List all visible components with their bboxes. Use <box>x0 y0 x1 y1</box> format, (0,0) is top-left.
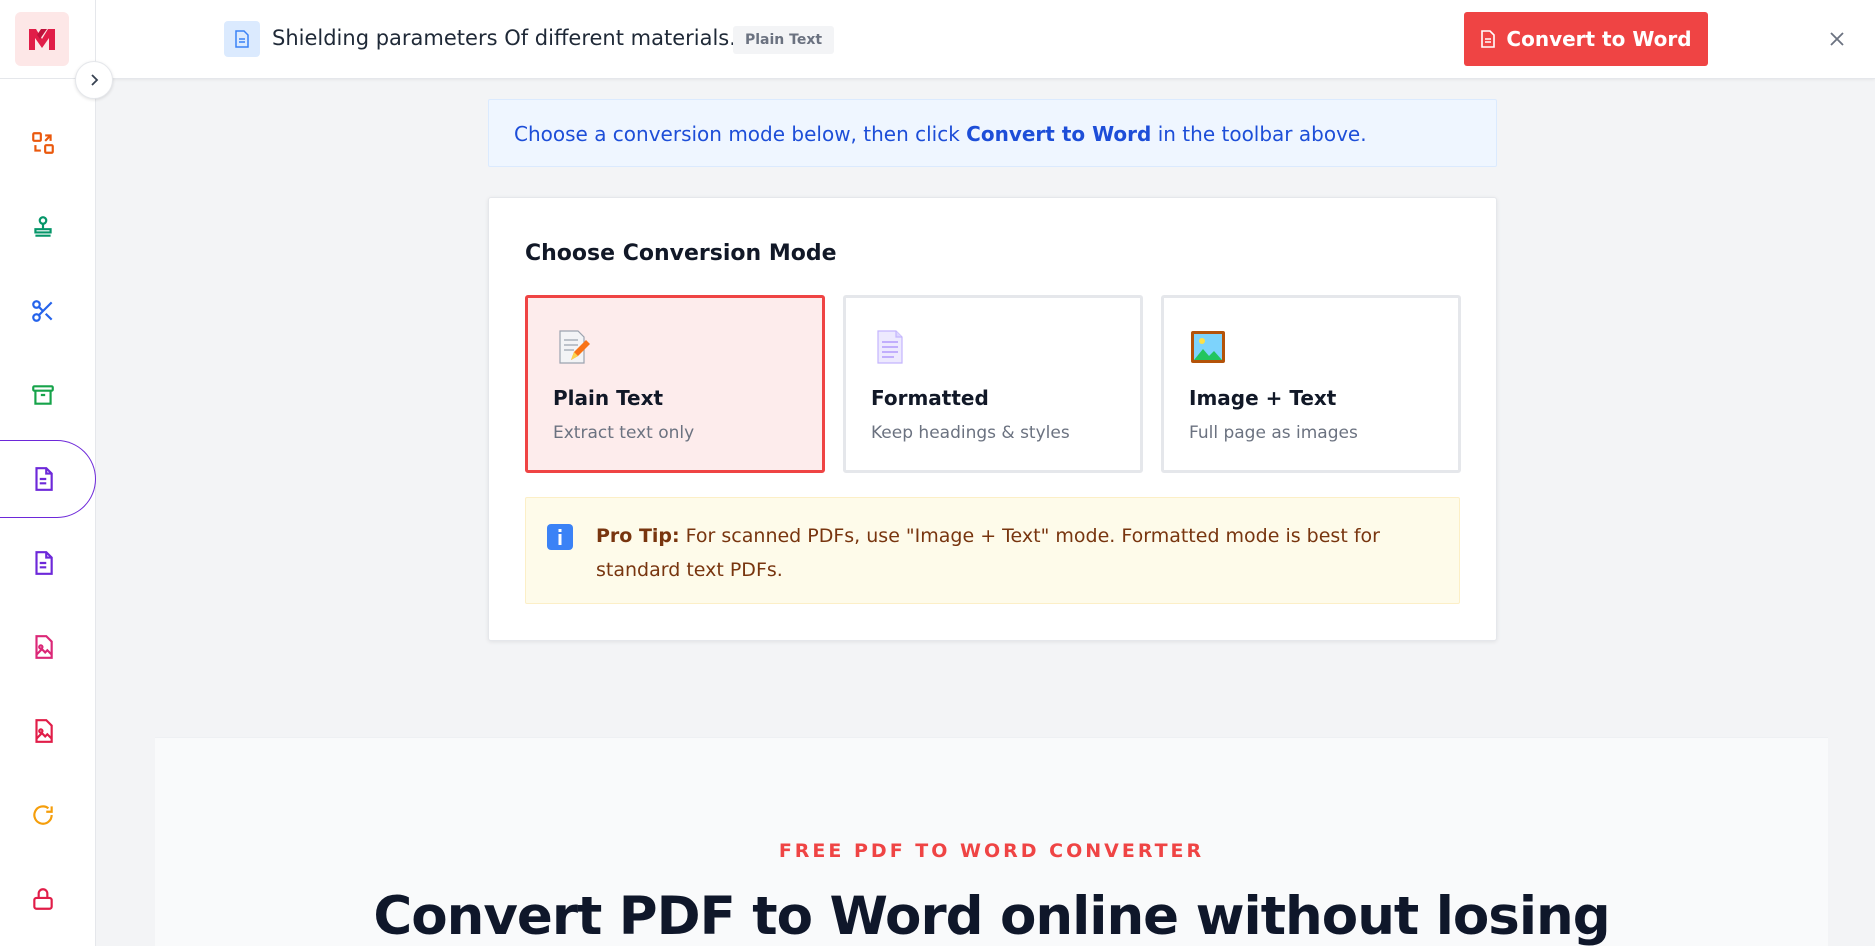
sidebar-toggle-button[interactable] <box>75 61 113 99</box>
hero-eyebrow: FREE PDF TO WORD CONVERTER <box>778 840 1205 862</box>
instruction-banner: Choose a conversion mode below, then cli… <box>488 99 1497 167</box>
banner-prefix: Choose a conversion mode below, then cli… <box>514 122 967 146</box>
document-icon <box>1481 30 1496 48</box>
top-toolbar: Shielding parameters Of different materi… <box>96 0 1875 79</box>
info-icon <box>547 524 573 550</box>
document-text-icon <box>35 551 53 575</box>
sidebar-item-protect[interactable] <box>0 860 96 938</box>
sidebar-item-convert[interactable] <box>0 104 96 182</box>
mode-title: Image + Text <box>1189 386 1337 410</box>
mode-title: Plain Text <box>553 386 664 410</box>
logo-mark-icon <box>29 29 55 50</box>
close-icon <box>1830 32 1844 46</box>
app-root: Shielding parameters Of different materi… <box>0 0 1875 946</box>
archive-icon <box>32 385 54 405</box>
sidebar-item-word-to-pdf[interactable] <box>0 524 96 602</box>
file-type-icon <box>224 21 260 57</box>
mode-option-formatted[interactable]: Formatted Keep headings & styles <box>843 295 1143 473</box>
tip-text: Pro Tip: For scanned PDFs, use "Image + … <box>596 519 1441 587</box>
file-document-icon <box>235 30 249 48</box>
document-icon <box>34 467 53 491</box>
file-image-icon <box>35 635 53 659</box>
file-name: Shielding parameters Of different materi… <box>272 26 770 50</box>
sidebar <box>0 0 96 946</box>
stamp-icon <box>34 216 52 237</box>
mode-description: Extract text only <box>553 423 695 443</box>
rotate-icon <box>33 805 53 825</box>
chevron-right-icon <box>91 74 99 86</box>
sidebar-item-pdf-to-image[interactable] <box>0 608 96 686</box>
mode-badge: Plain Text <box>733 26 835 54</box>
sidebar-item-stamp[interactable] <box>0 188 96 266</box>
mode-option-image-text[interactable]: Image + Text Full page as images <box>1161 295 1461 473</box>
sidebar-item-compress[interactable] <box>0 356 96 434</box>
mode-option-plain-text[interactable]: Plain Text Extract text only <box>525 295 825 473</box>
pro-tip-box: Pro Tip: For scanned PDFs, use "Image + … <box>525 497 1460 604</box>
mode-description: Full page as images <box>1189 423 1358 443</box>
app-logo[interactable] <box>15 12 69 66</box>
sidebar-item-image-to-pdf[interactable] <box>0 692 96 770</box>
tip-body: For scanned PDFs, use "Image + Text" mod… <box>596 525 1380 581</box>
file-image-icon <box>35 719 53 743</box>
banner-suffix: in the toolbar above. <box>1151 122 1367 146</box>
hero-title: Convert PDF to Word online without losin… <box>373 886 1610 946</box>
conversion-mode-card: Choose Conversion Mode Plain Text Extrac… <box>488 197 1497 641</box>
mode-title: Formatted <box>871 386 989 410</box>
mode-description: Keep headings & styles <box>871 423 1070 443</box>
card-title: Choose Conversion Mode <box>525 241 837 266</box>
lock-icon <box>33 888 53 910</box>
close-button[interactable] <box>1822 24 1852 54</box>
convert-to-word-button[interactable]: Convert to Word <box>1464 12 1708 66</box>
scissors-icon <box>32 300 53 322</box>
hero-section: FREE PDF TO WORD CONVERTER Convert PDF t… <box>155 737 1828 946</box>
convert-button-label: Convert to Word <box>1506 27 1692 51</box>
sidebar-item-pdf-to-word[interactable] <box>0 440 96 518</box>
picture-icon <box>1191 331 1225 363</box>
tip-label: Pro Tip: <box>596 525 680 547</box>
page-icon <box>877 330 903 364</box>
memo-icon <box>559 330 590 364</box>
convert-icon <box>32 132 54 154</box>
banner-emphasis: Convert to Word <box>966 122 1152 146</box>
sidebar-item-split[interactable] <box>0 272 96 350</box>
sidebar-item-rotate[interactable] <box>0 776 96 854</box>
